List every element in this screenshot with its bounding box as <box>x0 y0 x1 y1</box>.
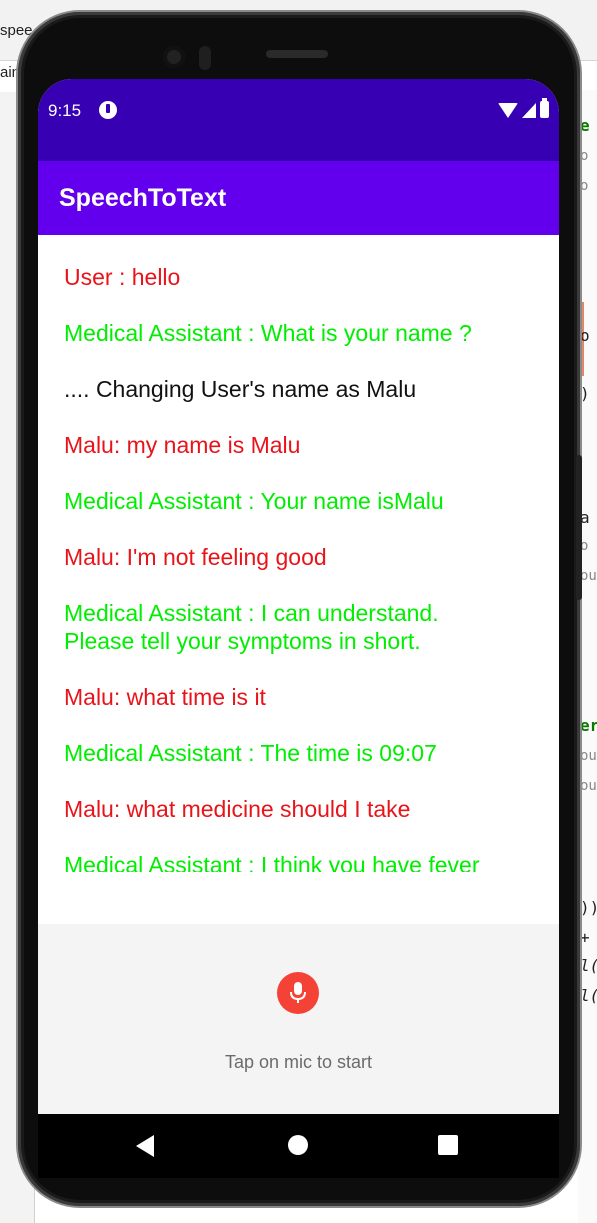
chat-message-user: Malu: I'm not feeling good <box>64 544 327 570</box>
wifi-icon <box>498 103 518 118</box>
chat-message-assistant: Medical Assistant : The time is 09:07 <box>64 740 437 766</box>
status-icons <box>498 98 549 118</box>
ide-code-line: ou <box>580 778 597 794</box>
ide-code-area <box>578 90 597 1223</box>
ide-code-line: o <box>580 178 589 194</box>
ide-code-line: ) <box>580 384 590 403</box>
ide-code-line: e <box>580 116 590 135</box>
mic-hint-text: Tap on mic to start <box>224 1052 373 1072</box>
chat-message-assistant: Medical Assistant : What is your name ? <box>64 320 472 346</box>
notification-app-icon <box>99 101 117 119</box>
proximity-sensor <box>199 46 211 70</box>
ide-code-line: ou <box>580 748 597 764</box>
ide-code-line: l( <box>580 956 597 975</box>
ide-code-line: l( <box>580 986 597 1005</box>
earpiece-speaker <box>266 50 328 58</box>
front-camera-icon <box>163 46 185 68</box>
cell-signal-icon <box>522 103 536 118</box>
battery-icon <box>540 98 549 118</box>
conversation-log[interactable]: User : hello Medical Assistant : What is… <box>38 235 559 872</box>
voice-input-panel: Tap on mic to start <box>38 924 559 1114</box>
recents-icon[interactable] <box>438 1135 458 1155</box>
chat-message-user: Malu: what medicine should I take <box>64 796 411 822</box>
ide-code-line: o <box>580 148 589 164</box>
chat-message-user: Malu: my name is Malu <box>64 432 301 458</box>
mic-button[interactable] <box>277 972 319 1014</box>
ide-code-line: )) <box>580 898 597 917</box>
chat-message-user: Malu: what time is it <box>64 684 266 710</box>
app-screen: 9:15 SpeechToText User : hello Medical A… <box>38 79 559 1178</box>
app-bar: SpeechToText <box>38 161 559 235</box>
chat-message-assistant: Medical Assistant : Your name isMalu <box>64 488 444 514</box>
chat-message-user: User : hello <box>64 264 181 290</box>
ide-code-line: + <box>580 928 590 947</box>
microphone-icon <box>290 982 306 1003</box>
status-bar: 9:15 <box>38 79 559 161</box>
ide-code-line: ou <box>580 568 597 584</box>
ide-file-tab[interactable]: spee <box>0 22 33 39</box>
chat-message-system: .... Changing User's name as Malu <box>64 376 417 402</box>
app-title: SpeechToText <box>59 184 227 212</box>
status-time: 9:15 <box>48 101 82 120</box>
system-nav-bar <box>38 1114 559 1178</box>
home-icon[interactable] <box>288 1135 308 1155</box>
ide-code-line: er <box>580 716 597 735</box>
chat-message-assistant: Medical Assistant : I can understand. Pl… <box>64 600 439 654</box>
ide-code-line: o <box>580 326 590 345</box>
power-button[interactable] <box>576 455 582 600</box>
chat-message-assistant: Medical Assistant : I think you have fev… <box>64 852 480 872</box>
back-icon[interactable] <box>136 1135 154 1157</box>
